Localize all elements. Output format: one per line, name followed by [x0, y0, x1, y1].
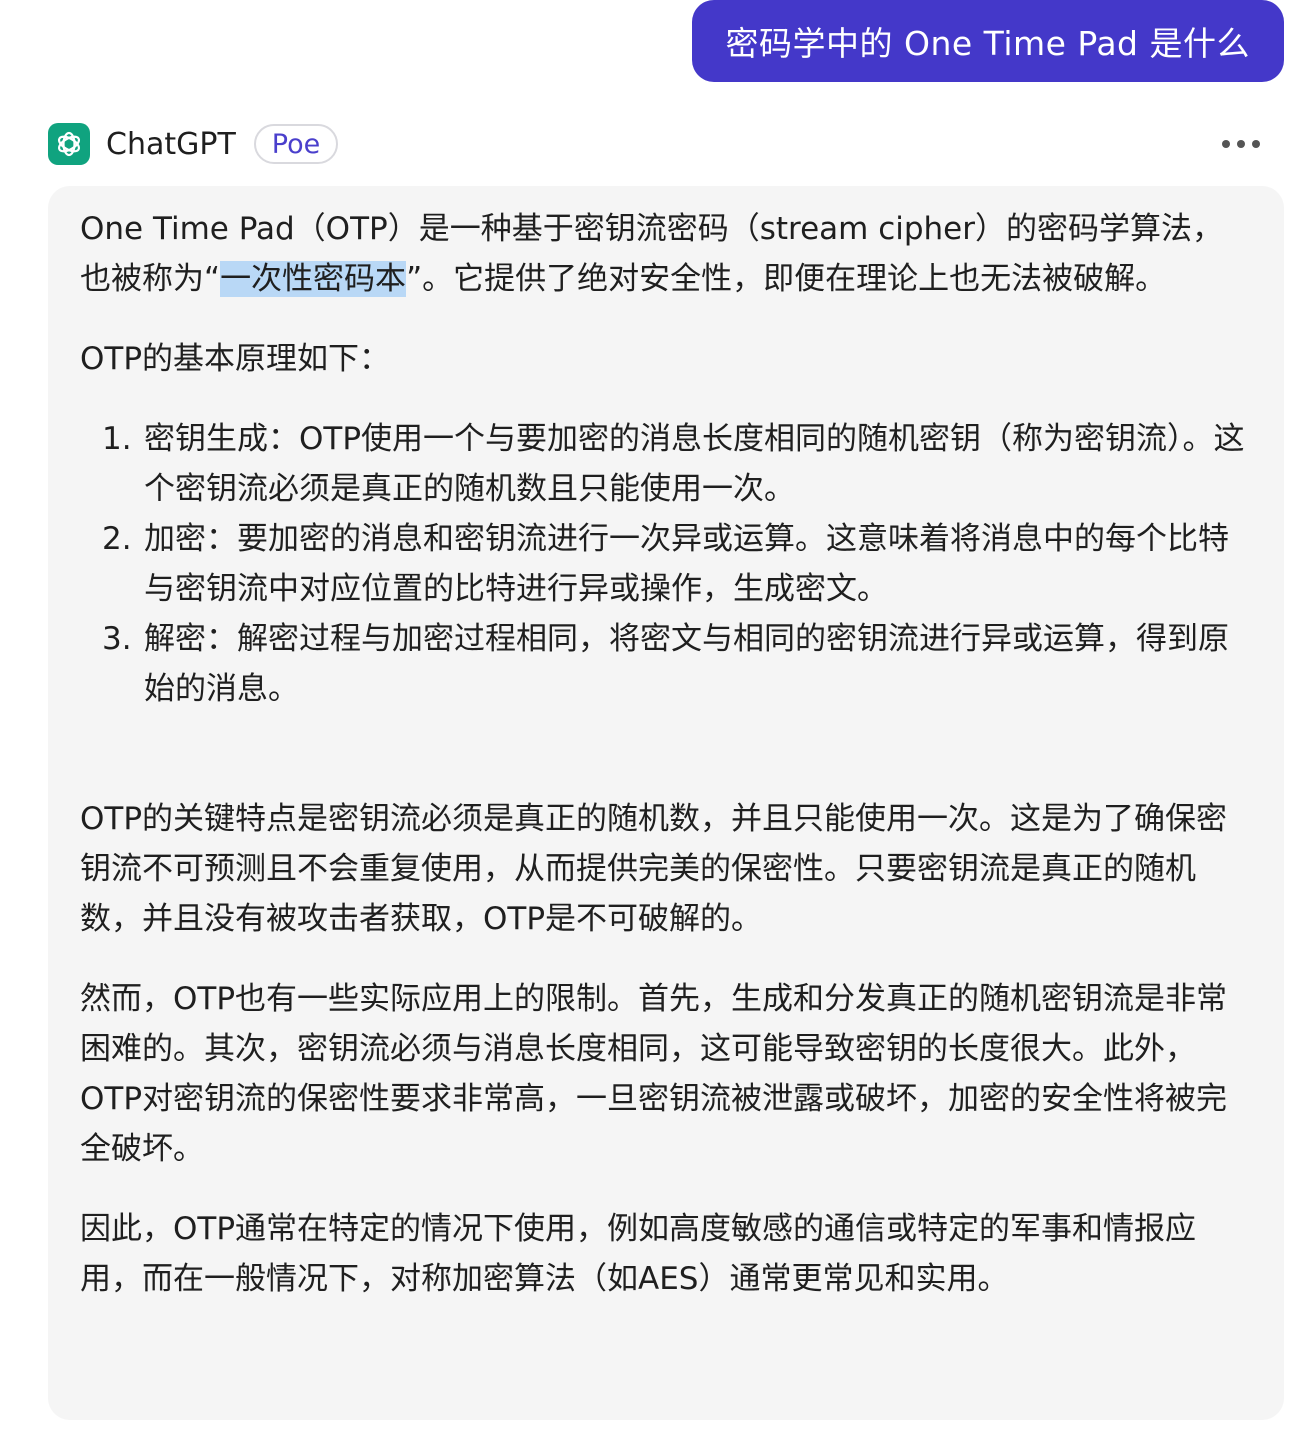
poe-badge[interactable]: Poe — [253, 124, 339, 164]
bot-header: ChatGPT Poe — [48, 122, 1262, 166]
response-paragraph-limits: 然而，OTP也有一些实际应用上的限制。首先，生成和分发真正的随机密钥流是非常困难… — [80, 981, 1228, 1167]
more-dot — [1237, 140, 1245, 148]
more-dot — [1222, 140, 1230, 148]
intro-text-end: ”。它提供了绝对安全性，即便在理论上也无法被破解。 — [406, 261, 1167, 297]
response-paragraph-principle: OTP的基本原理如下： — [80, 341, 391, 377]
selected-text-highlight: 一次性密码本 — [220, 261, 407, 297]
list-item-text: 解密：解密过程与加密过程相同，将密文与相同的密钥流进行异或运算，得到原始的消息。 — [144, 621, 1229, 707]
list-item: 1. 密钥生成：OTP使用一个与要加密的消息长度相同的随机密钥（称为密钥流）。这… — [102, 414, 1252, 514]
user-message-text: 密码学中的 One Time Pad 是什么 — [725, 24, 1250, 63]
list-item-number: 3. — [102, 621, 132, 657]
user-message-bubble: 密码学中的 One Time Pad 是什么 — [691, 0, 1284, 82]
more-dot — [1252, 140, 1260, 148]
list-item-text: 加密：要加密的消息和密钥流进行一次异或运算。这意味着将消息中的每个比特与密钥流中… — [144, 521, 1229, 607]
list-item: 3. 解密：解密过程与加密过程相同，将密文与相同的密钥流进行异或运算，得到原始的… — [102, 614, 1252, 714]
list-item-number: 1. — [102, 421, 132, 457]
response-paragraph-conclusion: 因此，OTP通常在特定的情况下使用，例如高度敏感的通信或特定的军事和情报应用，而… — [80, 1211, 1197, 1297]
chatgpt-logo-icon — [48, 123, 90, 165]
bot-name: ChatGPT — [106, 126, 236, 162]
more-options-icon[interactable] — [1220, 124, 1262, 164]
list-item: 2. 加密：要加密的消息和密钥流进行一次异或运算。这意味着将消息中的每个比特与密… — [102, 514, 1252, 614]
list-item-number: 2. — [102, 521, 132, 557]
bot-response-bubble: One Time Pad（OTP）是一种基于密钥流密码（stream ciphe… — [48, 186, 1284, 1420]
response-paragraph-features: OTP的关键特点是密钥流必须是真正的随机数，并且只能使用一次。这是为了确保密钥流… — [80, 801, 1228, 937]
response-paragraph-intro: One Time Pad（OTP）是一种基于密钥流密码（stream ciphe… — [80, 204, 1252, 304]
steps-list: 1. 密钥生成：OTP使用一个与要加密的消息长度相同的随机密钥（称为密钥流）。这… — [80, 414, 1252, 714]
list-item-text: 密钥生成：OTP使用一个与要加密的消息长度相同的随机密钥（称为密钥流）。这个密钥… — [144, 421, 1245, 507]
